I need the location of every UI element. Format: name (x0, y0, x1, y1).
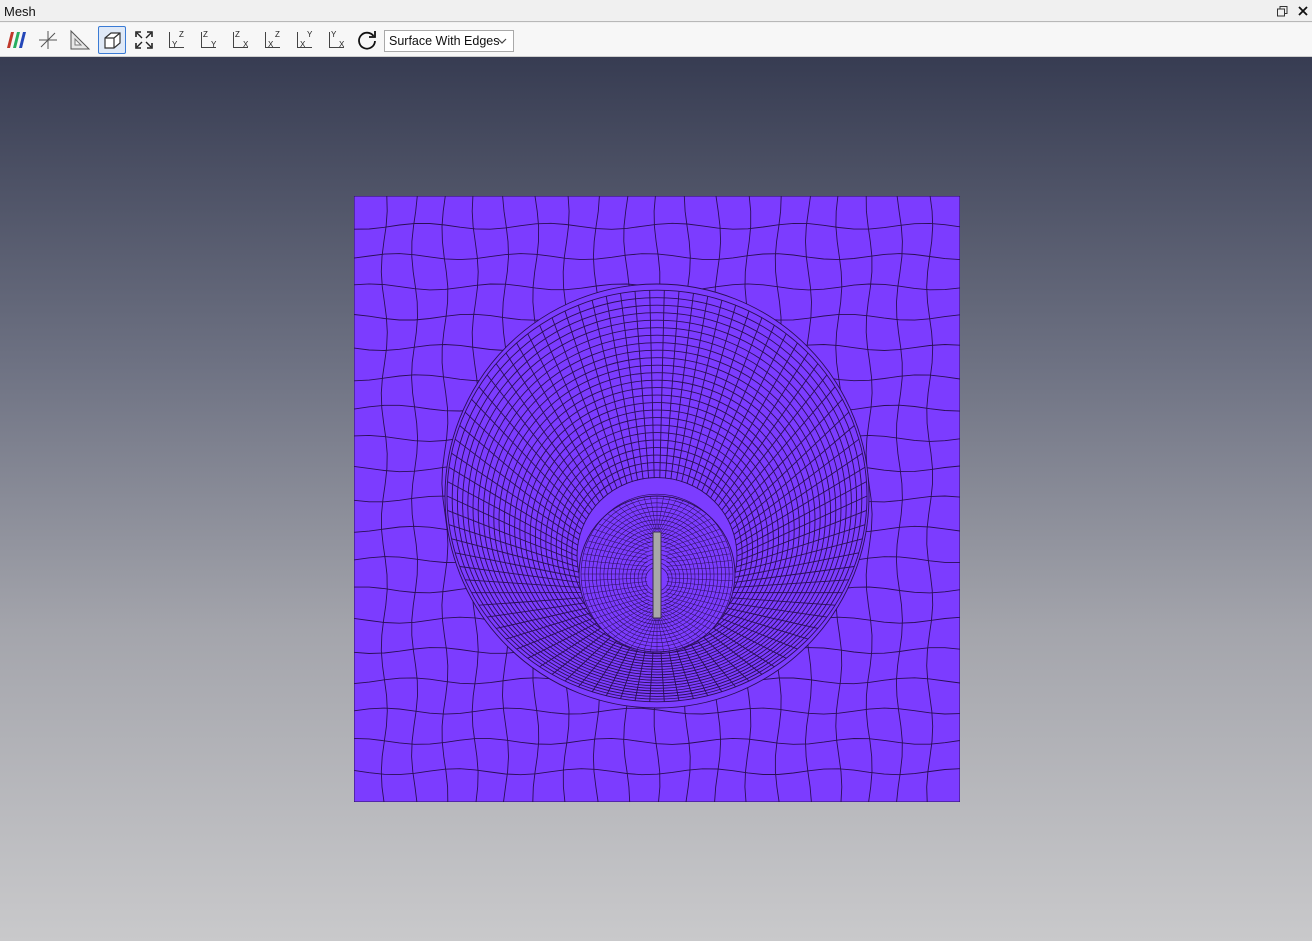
color-bars-icon (7, 32, 26, 48)
representation-select[interactable]: Surface With Edges (384, 30, 514, 52)
reset-camera-button[interactable] (130, 26, 158, 54)
axis-label: Y (211, 40, 217, 49)
view-minus-y-button[interactable]: X Z (258, 26, 286, 54)
view-minus-x-button[interactable]: Z Y (194, 26, 222, 54)
representation-select-value: Surface With Edges (389, 34, 500, 48)
axis-label: Y (331, 30, 337, 39)
view-plus-y-button[interactable]: Z X (226, 26, 254, 54)
view-axis-icon: X Z (262, 30, 282, 50)
axes-icon (39, 31, 57, 49)
render-viewport[interactable] (0, 57, 1312, 941)
view-plus-x-button[interactable]: Y Z (162, 26, 190, 54)
view-plus-z-button[interactable]: X Y (290, 26, 318, 54)
axes-toggle-button[interactable] (34, 26, 62, 54)
chevron-down-icon (497, 38, 507, 44)
view-axis-icon: Y X (326, 30, 346, 50)
axis-label: Y (307, 30, 313, 39)
panel-title-bar: Mesh (0, 0, 1312, 22)
axis-label: X (243, 40, 249, 49)
axis-label: X (339, 40, 345, 49)
triangle-ruler-icon (70, 29, 91, 50)
view-toolbar: Y Z Z Y Z X X Z X Y Y X (0, 23, 1312, 57)
view-axis-icon: Z X (230, 30, 250, 50)
axis-label: Z (179, 30, 184, 39)
view-minus-z-button[interactable]: Y X (322, 26, 350, 54)
obstacle-plate (652, 531, 662, 619)
perspective-toggle-button[interactable] (98, 26, 126, 54)
axis-label: Z (235, 30, 240, 39)
view-axis-icon: X Y (294, 30, 314, 50)
close-icon[interactable] (1295, 3, 1311, 19)
color-legend-button[interactable] (2, 26, 30, 54)
restore-window-icon[interactable] (1274, 3, 1290, 19)
axis-label: Z (203, 30, 208, 39)
rotate-icon (358, 31, 376, 50)
fit-view-icon (135, 31, 153, 49)
panel-title: Mesh (4, 4, 36, 19)
ruler-button[interactable] (66, 26, 94, 54)
rotate-view-button[interactable] (353, 26, 381, 54)
axis-label: Y (172, 40, 178, 49)
view-axis-icon: Z Y (198, 30, 218, 50)
view-axis-icon: Y Z (166, 30, 186, 50)
perspective-box-icon (104, 32, 121, 49)
mesh-surface[interactable] (354, 196, 960, 802)
axis-label: Z (275, 30, 280, 39)
axis-label: X (268, 40, 274, 49)
axis-label: X (300, 40, 306, 49)
